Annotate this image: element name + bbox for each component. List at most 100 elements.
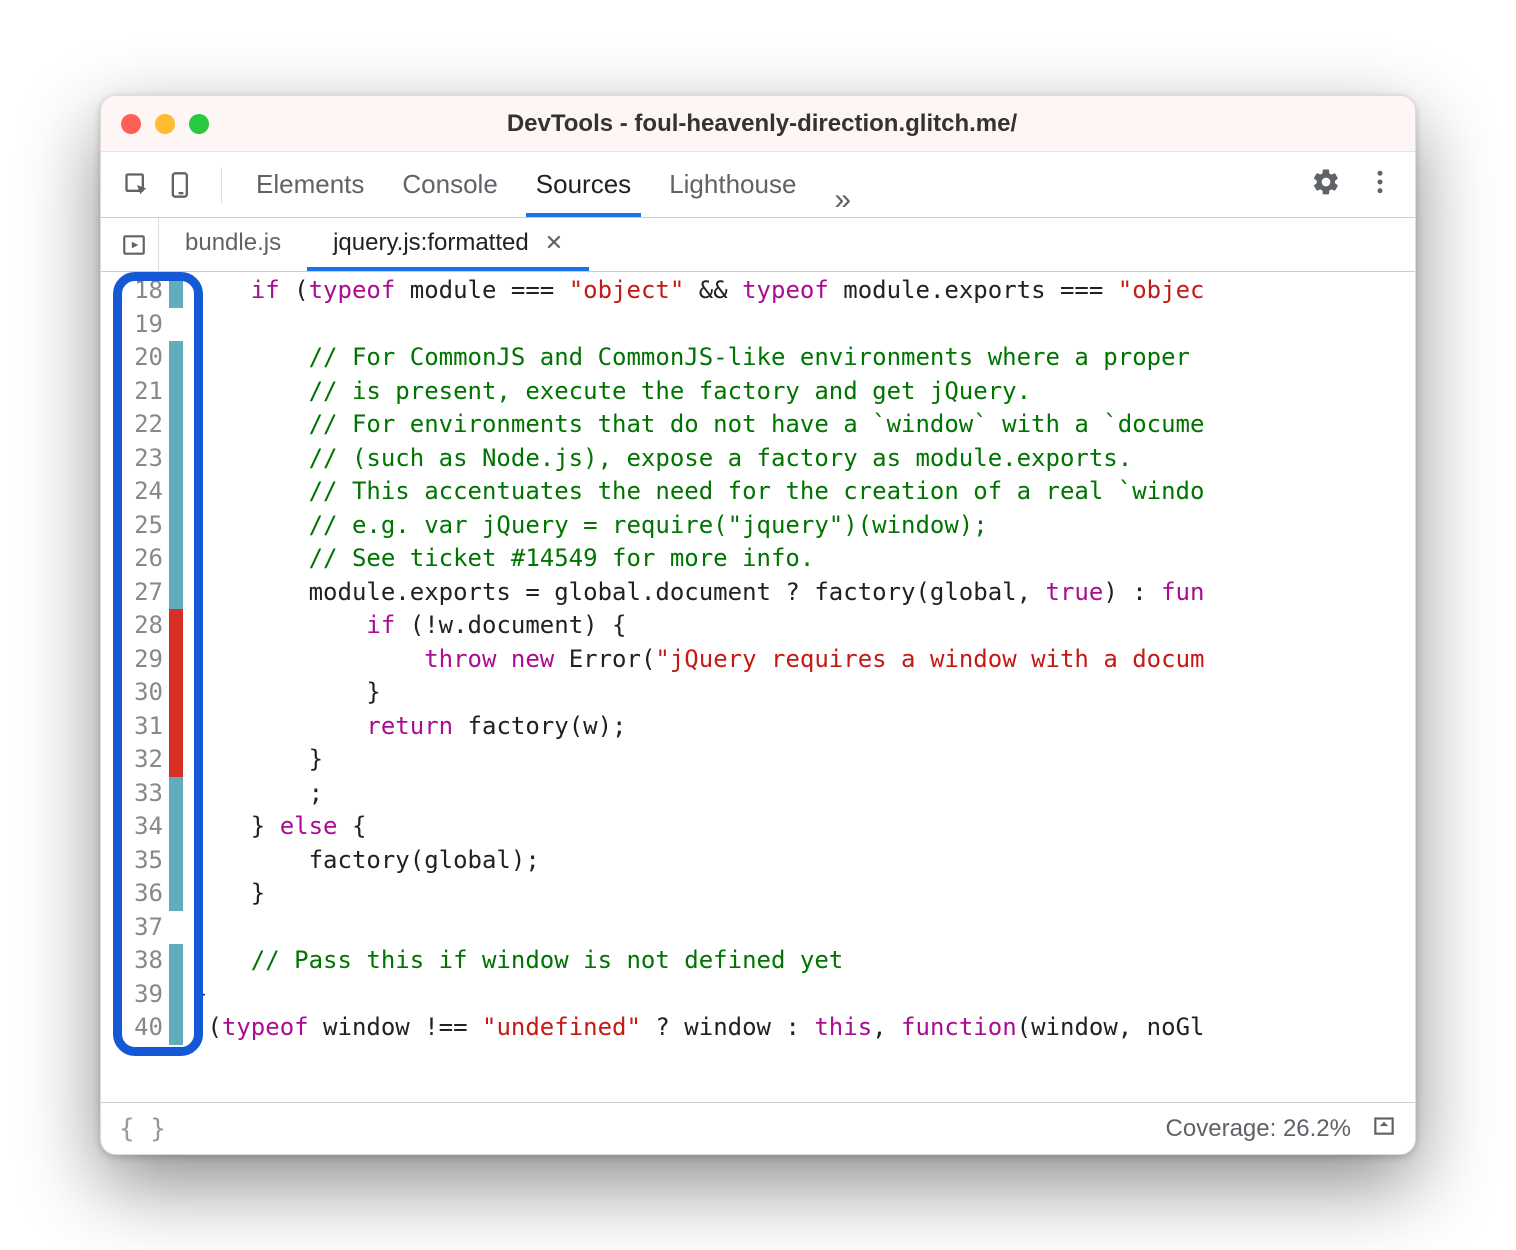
code-text: module.exports = global.document ? facto… xyxy=(193,576,1415,610)
inspect-element-icon[interactable] xyxy=(119,167,155,203)
line-number: 22 xyxy=(117,408,169,442)
coverage-marker xyxy=(169,442,183,476)
line-number: 24 xyxy=(117,475,169,509)
code-line[interactable]: 28 if (!w.document) { xyxy=(101,609,1415,643)
code-line[interactable]: 38 // Pass this if window is not defined… xyxy=(101,944,1415,978)
code-text: // This accentuates the need for the cre… xyxy=(193,475,1415,509)
code-line[interactable]: 39} xyxy=(101,978,1415,1012)
code-text: )(typeof window !== "undefined" ? window… xyxy=(193,1011,1415,1045)
tab-console[interactable]: Console xyxy=(392,155,507,217)
line-number: 35 xyxy=(117,844,169,878)
line-number: 26 xyxy=(117,542,169,576)
tab-sources[interactable]: Sources xyxy=(526,155,641,217)
code-line[interactable]: 30 } xyxy=(101,676,1415,710)
code-text: } xyxy=(193,877,1415,911)
coverage-marker xyxy=(169,643,183,677)
coverage-marker xyxy=(169,978,183,1012)
code-line[interactable]: 36 } xyxy=(101,877,1415,911)
code-text: return factory(w); xyxy=(193,710,1415,744)
window-title: DevTools - foul-heavenly-direction.glitc… xyxy=(129,110,1395,138)
coverage-marker xyxy=(169,944,183,978)
line-number: 32 xyxy=(117,743,169,777)
line-number: 18 xyxy=(117,274,169,308)
code-text: } xyxy=(193,676,1415,710)
code-line[interactable]: 21 // is present, execute the factory an… xyxy=(101,375,1415,409)
settings-icon[interactable] xyxy=(1311,167,1341,202)
coverage-marker xyxy=(169,375,183,409)
close-icon[interactable]: ✕ xyxy=(545,230,563,256)
tab-lighthouse[interactable]: Lighthouse xyxy=(659,155,806,217)
code-line[interactable]: 26 // See ticket #14549 for more info. xyxy=(101,542,1415,576)
code-line[interactable]: 31 return factory(w); xyxy=(101,710,1415,744)
line-number: 20 xyxy=(117,341,169,375)
code-line[interactable]: 34 } else { xyxy=(101,810,1415,844)
kebab-menu-icon[interactable] xyxy=(1365,167,1395,202)
code-line[interactable]: 20 // For CommonJS and CommonJS-like env… xyxy=(101,341,1415,375)
code-line[interactable]: 40)(typeof window !== "undefined" ? wind… xyxy=(101,1011,1415,1045)
coverage-marker xyxy=(169,777,183,811)
code-line[interactable]: 33 ; xyxy=(101,777,1415,811)
drawer-toggle-icon[interactable] xyxy=(1371,1112,1397,1145)
file-tab-jquery[interactable]: jquery.js:formatted ✕ xyxy=(307,217,589,271)
code-text: factory(global); xyxy=(193,844,1415,878)
coverage-marker xyxy=(169,877,183,911)
coverage-marker xyxy=(169,308,183,342)
coverage-marker xyxy=(169,844,183,878)
code-text xyxy=(193,911,1415,945)
device-toolbar-icon[interactable] xyxy=(163,167,199,203)
code-text: // See ticket #14549 for more info. xyxy=(193,542,1415,576)
pretty-print-icon[interactable]: { } xyxy=(119,1114,166,1144)
more-tabs-icon[interactable]: » xyxy=(824,183,861,217)
code-line[interactable]: 32 } xyxy=(101,743,1415,777)
line-number: 36 xyxy=(117,877,169,911)
devtools-window: DevTools - foul-heavenly-direction.glitc… xyxy=(100,95,1416,1155)
navigator-toggle-icon[interactable] xyxy=(109,218,159,271)
code-text: // For CommonJS and CommonJS-like enviro… xyxy=(193,341,1415,375)
coverage-marker xyxy=(169,1011,183,1045)
line-number: 19 xyxy=(117,308,169,342)
line-number: 34 xyxy=(117,810,169,844)
coverage-marker xyxy=(169,341,183,375)
code-line[interactable]: 19 xyxy=(101,308,1415,342)
editor: 18 if (typeof module === "object" && typ… xyxy=(101,272,1415,1102)
coverage-marker xyxy=(169,710,183,744)
code-line[interactable]: 29 throw new Error("jQuery requires a wi… xyxy=(101,643,1415,677)
code-line[interactable]: 24 // This accentuates the need for the … xyxy=(101,475,1415,509)
code-line[interactable]: 22 // For environments that do not have … xyxy=(101,408,1415,442)
code-text: // e.g. var jQuery = require("jquery")(w… xyxy=(193,509,1415,543)
file-tab-label: jquery.js:formatted xyxy=(333,229,529,257)
code-line[interactable]: 23 // (such as Node.js), expose a factor… xyxy=(101,442,1415,476)
coverage-marker xyxy=(169,408,183,442)
line-number: 29 xyxy=(117,643,169,677)
file-tabs: bundle.js jquery.js:formatted ✕ xyxy=(101,218,1415,272)
coverage-marker xyxy=(169,609,183,643)
line-number: 30 xyxy=(117,676,169,710)
coverage-marker xyxy=(169,475,183,509)
line-number: 21 xyxy=(117,375,169,409)
code-line[interactable]: 27 module.exports = global.document ? fa… xyxy=(101,576,1415,610)
line-number: 39 xyxy=(117,978,169,1012)
coverage-marker xyxy=(169,911,183,945)
line-number: 33 xyxy=(117,777,169,811)
code-lines[interactable]: 18 if (typeof module === "object" && typ… xyxy=(101,272,1415,1045)
code-text: if (typeof module === "object" && typeof… xyxy=(193,274,1415,308)
coverage-marker xyxy=(169,576,183,610)
coverage-marker xyxy=(169,274,183,308)
file-tab-bundle[interactable]: bundle.js xyxy=(159,217,307,271)
code-line[interactable]: 37 xyxy=(101,911,1415,945)
code-text: } xyxy=(193,978,1415,1012)
coverage-marker xyxy=(169,509,183,543)
code-text: } xyxy=(193,743,1415,777)
line-number: 25 xyxy=(117,509,169,543)
coverage-status: Coverage: 26.2% xyxy=(1166,1115,1351,1143)
panel-toolbar: Elements Console Sources Lighthouse » xyxy=(101,152,1415,218)
tab-elements[interactable]: Elements xyxy=(246,155,374,217)
panel-tabs: Elements Console Sources Lighthouse » xyxy=(246,152,861,217)
code-line[interactable]: 35 factory(global); xyxy=(101,844,1415,878)
coverage-marker xyxy=(169,810,183,844)
toolbar-separator xyxy=(221,167,222,203)
line-number: 37 xyxy=(117,911,169,945)
code-line[interactable]: 25 // e.g. var jQuery = require("jquery"… xyxy=(101,509,1415,543)
code-line[interactable]: 18 if (typeof module === "object" && typ… xyxy=(101,274,1415,308)
line-number: 28 xyxy=(117,609,169,643)
